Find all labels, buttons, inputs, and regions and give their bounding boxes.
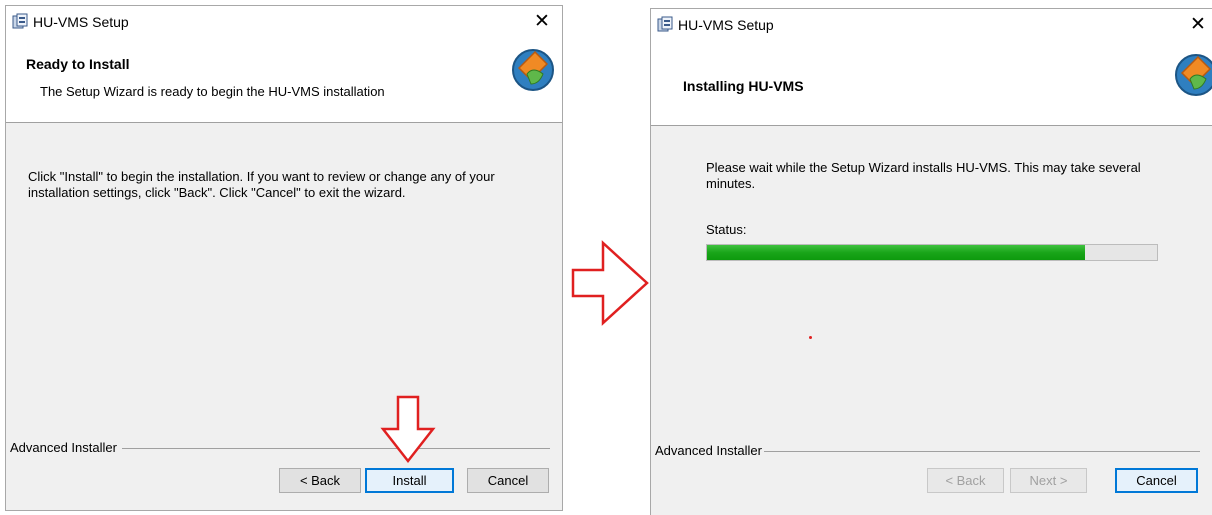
close-icon[interactable]: ✕: [1188, 15, 1208, 35]
window-title: HU-VMS Setup: [33, 14, 129, 30]
setup-window-installing: HU-VMS Setup ✕ Installing HU-VMS Please …: [650, 8, 1212, 515]
instructions-line-2: installation settings, click "Back". Cli…: [28, 185, 406, 200]
advanced-installer-label: Advanced Installer: [10, 440, 117, 455]
progress-fill: [707, 245, 1085, 260]
red-dot: [809, 336, 812, 339]
advanced-installer-logo: [512, 49, 554, 91]
banner-title: Ready to Install: [26, 56, 130, 72]
advanced-installer-logo: [1175, 54, 1212, 96]
red-down-arrow-annotation: [380, 395, 436, 464]
setup-window-ready-to-install: HU-VMS Setup ✕ Ready to Install The Setu…: [5, 5, 563, 511]
banner-title: Installing HU-VMS: [683, 78, 804, 94]
back-button[interactable]: < Back: [279, 468, 361, 493]
status-label: Status:: [706, 222, 747, 237]
cancel-button[interactable]: Cancel: [467, 468, 549, 493]
footer-divider: [122, 448, 550, 449]
install-progress-bar: [706, 244, 1158, 261]
wait-message: Please wait while the Setup Wizard insta…: [706, 160, 1141, 192]
banner-subtitle: The Setup Wizard is ready to begin the H…: [40, 84, 385, 99]
instructions-line-1: Click "Install" to begin the installatio…: [28, 169, 495, 184]
cancel-button[interactable]: Cancel: [1115, 468, 1198, 493]
title-bar: HU-VMS Setup ✕: [651, 9, 1212, 41]
red-right-arrow-annotation: [571, 240, 649, 326]
wait-message-line-1: Please wait while the Setup Wizard insta…: [706, 160, 1141, 175]
installer-icon: [657, 16, 673, 32]
footer-divider: [764, 451, 1200, 452]
next-button[interactable]: Next >: [1010, 468, 1087, 493]
window-title: HU-VMS Setup: [678, 17, 774, 33]
install-button[interactable]: Install: [365, 468, 454, 493]
close-icon[interactable]: ✕: [532, 12, 552, 32]
header-banner: Ready to Install The Setup Wizard is rea…: [6, 38, 562, 123]
back-button[interactable]: < Back: [927, 468, 1004, 493]
instructions-text: Click "Install" to begin the installatio…: [28, 169, 495, 201]
header-banner: Installing HU-VMS: [651, 41, 1212, 126]
advanced-installer-label: Advanced Installer: [655, 443, 762, 458]
wait-message-line-2: minutes.: [706, 176, 756, 191]
title-bar: HU-VMS Setup ✕: [6, 6, 562, 38]
installer-icon: [12, 13, 28, 29]
